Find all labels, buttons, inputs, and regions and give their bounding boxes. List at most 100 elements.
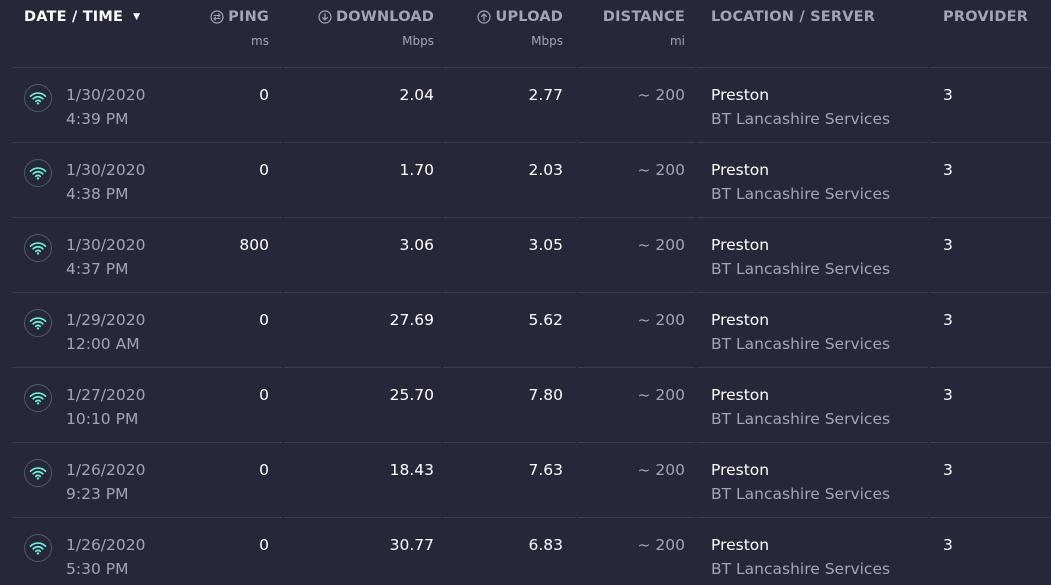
download-value: 25.70 bbox=[389, 386, 434, 404]
date-value: 1/29/2020 bbox=[66, 311, 146, 329]
ping-unit: ms bbox=[251, 34, 269, 48]
server-value: BT Lancashire Services bbox=[711, 410, 891, 428]
time-value: 4:37 PM bbox=[66, 260, 129, 278]
table-row[interactable]: 1/27/2020 10:10 PM 0 25.70 7.80 ~ 200 Pr… bbox=[0, 367, 1051, 442]
location-cell: Preston BT Lancashire Services bbox=[711, 458, 890, 506]
date-value: 1/30/2020 bbox=[66, 161, 146, 179]
location-value: Preston bbox=[711, 311, 770, 329]
upload-value: 6.83 bbox=[528, 536, 563, 554]
column-header-upload-label: UPLOAD bbox=[495, 9, 563, 25]
sort-down-icon: ▼ bbox=[133, 12, 141, 22]
row-divider bbox=[284, 67, 441, 68]
ping-value: 0 bbox=[259, 161, 269, 179]
upload-value: 2.03 bbox=[528, 161, 563, 179]
row-divider bbox=[578, 292, 695, 293]
row-divider bbox=[12, 142, 282, 143]
distance-value: ~ 200 bbox=[637, 386, 686, 404]
upload-value: 7.63 bbox=[528, 461, 563, 479]
row-divider bbox=[697, 67, 928, 68]
download-unit: Mbps bbox=[402, 34, 434, 48]
location-cell: Preston BT Lancashire Services bbox=[711, 383, 890, 431]
distance-value: ~ 200 bbox=[637, 236, 686, 254]
time-value: 4:39 PM bbox=[66, 110, 129, 128]
column-header-date-time[interactable]: DATE / TIME ▼ bbox=[24, 9, 204, 25]
column-header-location[interactable]: LOCATION / SERVER bbox=[711, 9, 931, 25]
provider-value: 3 bbox=[943, 86, 953, 104]
row-divider bbox=[697, 142, 928, 143]
column-header-distance-label: DISTANCE bbox=[602, 9, 685, 25]
download-value: 27.69 bbox=[389, 311, 434, 329]
table-row[interactable]: 1/30/2020 4:38 PM 0 1.70 2.03 ~ 200 Pres… bbox=[0, 142, 1051, 217]
table-row[interactable]: 1/26/2020 9:23 PM 0 18.43 7.63 ~ 200 Pre… bbox=[0, 442, 1051, 517]
time-value: 5:30 PM bbox=[66, 560, 129, 578]
row-divider bbox=[443, 442, 576, 443]
row-divider bbox=[443, 142, 576, 143]
table-row[interactable]: 1/29/2020 12:00 AM 0 27.69 5.62 ~ 200 Pr… bbox=[0, 292, 1051, 367]
wifi-icon bbox=[24, 84, 52, 112]
column-header-download-label: DOWNLOAD bbox=[335, 9, 434, 25]
row-divider bbox=[697, 367, 928, 368]
table-row[interactable]: 1/26/2020 5:30 PM 0 30.77 6.83 ~ 200 Pre… bbox=[0, 517, 1051, 585]
row-divider bbox=[284, 442, 441, 443]
row-divider bbox=[12, 217, 282, 218]
table-row[interactable]: 1/30/2020 4:37 PM 800 3.06 3.05 ~ 200 Pr… bbox=[0, 217, 1051, 292]
distance-unit: mi bbox=[669, 34, 685, 48]
row-divider bbox=[578, 517, 695, 518]
server-value: BT Lancashire Services bbox=[711, 335, 891, 353]
column-header-provider[interactable]: PROVIDER bbox=[943, 9, 1043, 25]
row-divider bbox=[443, 367, 576, 368]
download-value: 30.77 bbox=[389, 536, 434, 554]
ping-value: 0 bbox=[259, 311, 269, 329]
distance-value: ~ 200 bbox=[637, 311, 686, 329]
row-divider bbox=[578, 67, 695, 68]
column-header-download[interactable]: DOWNLOAD Mbps bbox=[289, 9, 434, 48]
location-cell: Preston BT Lancashire Services bbox=[711, 233, 890, 281]
row-divider bbox=[284, 367, 441, 368]
column-header-ping-label: PING bbox=[228, 9, 269, 25]
row-divider bbox=[578, 367, 695, 368]
date-value: 1/26/2020 bbox=[66, 461, 146, 479]
column-header-provider-label: PROVIDER bbox=[943, 9, 1029, 25]
download-value: 3.06 bbox=[399, 236, 434, 254]
location-value: Preston bbox=[711, 236, 770, 254]
column-header-location-label: LOCATION / SERVER bbox=[711, 9, 876, 25]
table-row[interactable]: 1/30/2020 4:39 PM 0 2.04 2.77 ~ 200 Pres… bbox=[0, 67, 1051, 142]
location-cell: Preston BT Lancashire Services bbox=[711, 533, 890, 581]
row-divider bbox=[284, 142, 441, 143]
time-value: 12:00 AM bbox=[66, 335, 140, 353]
upload-unit: Mbps bbox=[531, 34, 563, 48]
row-divider bbox=[284, 292, 441, 293]
ping-value: 0 bbox=[259, 386, 269, 404]
server-value: BT Lancashire Services bbox=[711, 485, 891, 503]
server-value: BT Lancashire Services bbox=[711, 560, 891, 578]
upload-value: 2.77 bbox=[528, 86, 563, 104]
location-cell: Preston BT Lancashire Services bbox=[711, 83, 890, 131]
provider-value: 3 bbox=[943, 386, 953, 404]
date-time-cell: 1/26/2020 5:30 PM bbox=[66, 533, 145, 581]
row-divider bbox=[930, 442, 1051, 443]
date-value: 1/27/2020 bbox=[66, 386, 146, 404]
date-time-cell: 1/30/2020 4:38 PM bbox=[66, 158, 145, 206]
row-divider bbox=[12, 67, 282, 68]
upload-value: 5.62 bbox=[528, 311, 563, 329]
server-value: BT Lancashire Services bbox=[711, 185, 891, 203]
time-value: 10:10 PM bbox=[66, 410, 139, 428]
row-divider bbox=[930, 517, 1051, 518]
location-value: Preston bbox=[711, 386, 770, 404]
column-header-upload[interactable]: UPLOAD Mbps bbox=[450, 9, 563, 48]
server-value: BT Lancashire Services bbox=[711, 260, 891, 278]
column-header-distance[interactable]: DISTANCE mi bbox=[580, 9, 685, 48]
ping-value: 0 bbox=[259, 461, 269, 479]
row-divider bbox=[697, 442, 928, 443]
row-divider bbox=[443, 217, 576, 218]
wifi-icon bbox=[24, 459, 52, 487]
row-divider bbox=[930, 367, 1051, 368]
download-value: 2.04 bbox=[399, 86, 434, 104]
row-divider bbox=[697, 517, 928, 518]
row-divider bbox=[443, 517, 576, 518]
column-header-ping[interactable]: PING ms bbox=[189, 9, 269, 48]
ping-value: 800 bbox=[239, 236, 269, 254]
wifi-icon bbox=[24, 534, 52, 562]
location-value: Preston bbox=[711, 536, 770, 554]
date-time-cell: 1/30/2020 4:39 PM bbox=[66, 83, 145, 131]
